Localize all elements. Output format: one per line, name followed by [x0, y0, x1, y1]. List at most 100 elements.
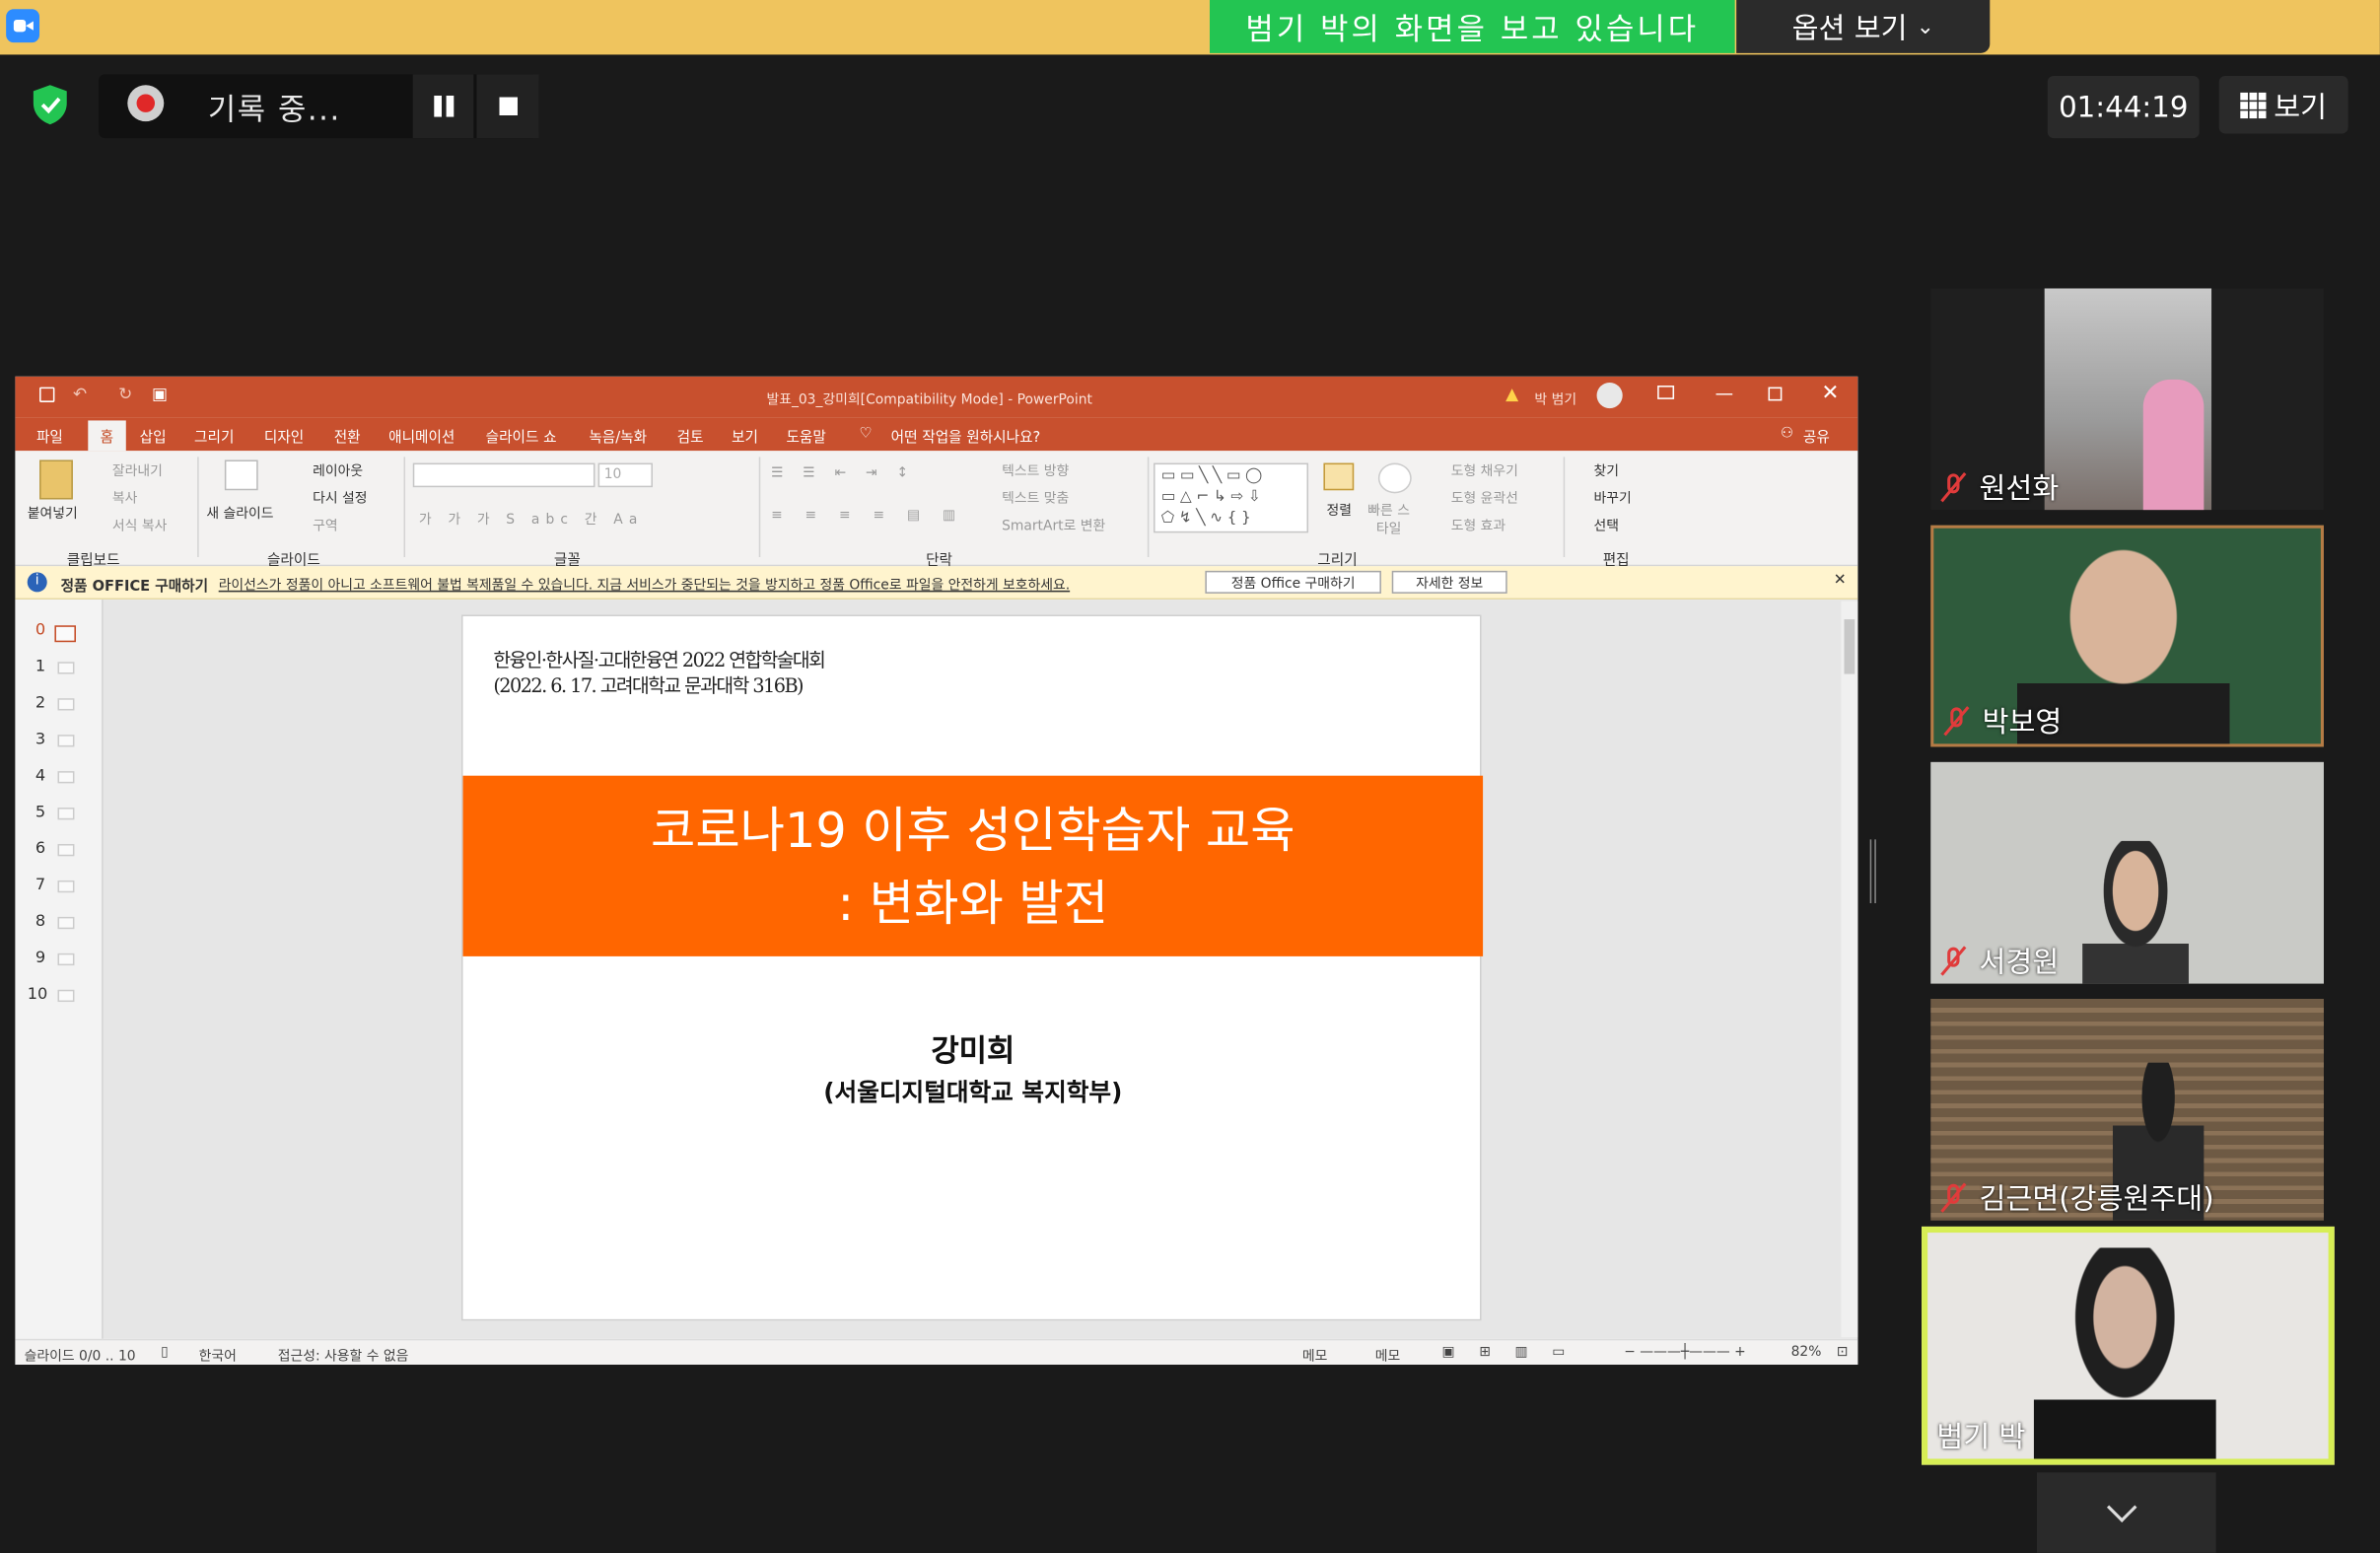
slide-thumbnail[interactable] — [57, 735, 75, 747]
fit-slide-icon[interactable]: ⊡ — [1837, 1345, 1849, 1360]
section-button[interactable]: 구역 — [313, 515, 337, 534]
notes-button[interactable]: 메모 — [1302, 1345, 1327, 1365]
tab-animations[interactable]: 애니메이션 — [388, 425, 455, 447]
shape-fill-button[interactable]: 도형 채우기 — [1451, 459, 1518, 479]
tab-record[interactable]: 녹음/녹화 — [589, 425, 647, 447]
align-buttons[interactable]: ≡ ≡ ≡ ≡ ▤ ▥ — [771, 509, 964, 524]
shape-outline-button[interactable]: 도형 윤곽선 — [1451, 487, 1518, 507]
slide-thumbnail[interactable] — [57, 953, 75, 966]
arrange-icon[interactable] — [1323, 462, 1355, 491]
more-info-button[interactable]: 자세한 정보 — [1391, 570, 1507, 594]
participant-tile[interactable]: 원선화 — [1930, 288, 2324, 511]
thumbnail-number[interactable]: 6 — [28, 839, 45, 857]
tab-design[interactable]: 디자인 — [264, 425, 304, 447]
tell-me-search[interactable]: 어떤 작업을 원하시나요? — [891, 425, 1041, 447]
slide-thumbnail[interactable] — [57, 843, 75, 857]
scrollbar-thumb[interactable] — [1844, 619, 1855, 674]
font-size-input[interactable]: 10 — [597, 462, 653, 488]
tab-slideshow[interactable]: 슬라이드 쇼 — [486, 425, 557, 447]
slide-thumbnail[interactable] — [57, 698, 75, 711]
shapes-gallery[interactable]: ▭▭╲╲▭◯ ▭△⌐↳⇨⇩ ⬠↯╲∿{} — [1154, 462, 1309, 533]
font-format-buttons[interactable]: 가 가 가 S abc 간 Aa — [419, 509, 644, 528]
new-slide-button[interactable]: 새 슬라이드 — [206, 503, 273, 522]
vertical-scrollbar[interactable] — [1841, 600, 1858, 1338]
text-direction-button[interactable]: 텍스트 방향 — [1002, 459, 1069, 479]
zoom-level[interactable]: 82% — [1791, 1345, 1822, 1360]
spellcheck-icon[interactable]: ▯ — [161, 1345, 169, 1360]
view-buttons[interactable]: ▣⊞▥▭ — [1442, 1345, 1589, 1360]
shape-effects-button[interactable]: 도형 효과 — [1451, 515, 1505, 534]
view-button[interactable]: 보기 — [2218, 75, 2348, 134]
ribbon-display-icon[interactable] — [1657, 386, 1675, 399]
arrange-button[interactable]: 정렬 — [1327, 499, 1352, 519]
slide-thumbnail[interactable] — [57, 989, 75, 1003]
slide-thumbnail[interactable] — [57, 808, 75, 820]
minimize-icon[interactable]: — — [1715, 383, 1733, 404]
participant-tile[interactable]: 김근면(강릉원주대) — [1930, 998, 2324, 1221]
thumbnail-number[interactable]: 3 — [28, 730, 45, 747]
replace-button[interactable]: 바꾸기 — [1593, 487, 1631, 507]
new-slide-icon[interactable] — [224, 459, 258, 491]
tab-insert[interactable]: 삽입 — [140, 425, 167, 447]
undo-icon[interactable]: ↶ — [73, 384, 87, 403]
close-icon[interactable]: ✕ — [1834, 572, 1847, 589]
paste-icon[interactable] — [39, 459, 73, 500]
layout-button[interactable]: 레이아웃 — [313, 459, 363, 479]
infobar-message[interactable]: 라이선스가 정품이 아니고 소프트웨어 불법 복제품일 수 있습니다. 지금 서… — [219, 574, 1070, 594]
thumbnail-number[interactable]: 0 — [28, 621, 45, 639]
slide-thumbnail[interactable] — [57, 880, 75, 893]
tab-home[interactable]: 홈 — [88, 420, 126, 452]
tab-file[interactable]: 파일 — [36, 425, 63, 447]
accessibility-status[interactable]: 접근성: 사용할 수 없음 — [278, 1345, 409, 1365]
quick-styles-button[interactable]: 빠른 스타일 — [1363, 503, 1414, 539]
pause-recording-button[interactable] — [412, 74, 474, 139]
slideshow-icon[interactable]: ▣ — [152, 384, 168, 403]
align-text-button[interactable]: 텍스트 맞춤 — [1002, 487, 1069, 507]
redo-icon[interactable]: ↻ — [118, 384, 132, 403]
zoom-logo-icon[interactable] — [6, 9, 40, 43]
thumbnail-number[interactable]: 2 — [28, 694, 45, 712]
paste-button[interactable]: 붙여넣기 — [28, 503, 78, 522]
security-shield-icon[interactable] — [31, 84, 70, 126]
language-indicator[interactable]: 한국어 — [199, 1345, 237, 1365]
thumbnail-number[interactable]: 4 — [28, 766, 45, 784]
thumbnail-number[interactable]: 8 — [28, 912, 45, 930]
reset-button[interactable]: 다시 설정 — [313, 487, 367, 507]
zoom-slider[interactable]: − ———┼——— + — [1624, 1345, 1746, 1360]
thumbnail-number[interactable]: 10 — [28, 985, 48, 1003]
font-name-input[interactable] — [412, 462, 595, 488]
view-options-button[interactable]: 옵션 보기 ⌄ — [1736, 0, 1991, 53]
thumbnail-number[interactable]: 9 — [28, 949, 45, 966]
select-button[interactable]: 선택 — [1593, 515, 1618, 534]
list-buttons[interactable]: ☰ ☰ ⇤ ⇥ ↕ — [771, 466, 916, 481]
share-button[interactable]: 공유 — [1803, 425, 1830, 447]
tab-review[interactable]: 검토 — [677, 425, 704, 447]
tab-help[interactable]: 도움말 — [786, 425, 825, 447]
slide-thumbnail[interactable] — [57, 916, 75, 930]
comments-button[interactable]: 메모 — [1375, 1345, 1400, 1365]
close-icon[interactable]: ✕ — [1821, 381, 1839, 405]
save-icon[interactable] — [39, 387, 55, 402]
quick-styles-icon[interactable] — [1377, 462, 1412, 494]
format-painter-button[interactable]: 서식 복사 — [112, 515, 167, 534]
find-button[interactable]: 찾기 — [1593, 459, 1618, 479]
tab-draw[interactable]: 그리기 — [194, 425, 234, 447]
buy-office-button[interactable]: 정품 Office 구매하기 — [1205, 570, 1381, 594]
cut-button[interactable]: 잘라내기 — [112, 459, 163, 479]
thumbnail-number[interactable]: 5 — [28, 803, 45, 820]
copy-button[interactable]: 복사 — [112, 487, 137, 507]
participant-tile[interactable]: 서경원 — [1930, 761, 2324, 984]
participant-tile-active-speaker[interactable]: 범기 박 — [1922, 1226, 2335, 1465]
collapse-gallery-button[interactable] — [2037, 1472, 2216, 1553]
tab-view[interactable]: 보기 — [732, 425, 758, 447]
slide-canvas[interactable]: 한융인·한사질·고대한융연 2022 연합학술대회 (2022. 6. 17. 고… — [461, 614, 1484, 1321]
restore-icon[interactable] — [1768, 387, 1783, 401]
thumbnail-number[interactable]: 7 — [28, 876, 45, 893]
resize-handle[interactable] — [1869, 839, 1876, 904]
slide-thumbnail[interactable] — [54, 625, 76, 643]
thumbnail-number[interactable]: 1 — [28, 658, 45, 675]
smartart-button[interactable]: SmartArt로 변환 — [1002, 515, 1105, 534]
slide-thumbnail[interactable] — [57, 771, 75, 784]
stop-recording-button[interactable] — [476, 74, 539, 139]
participant-tile[interactable]: 박보영 — [1930, 525, 2324, 747]
